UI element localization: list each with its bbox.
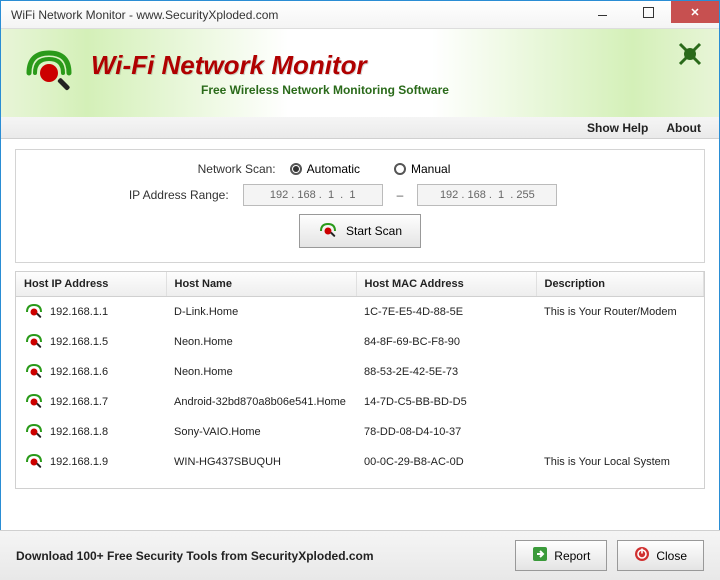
wifi-host-icon (24, 332, 44, 352)
maximize-button[interactable] (625, 1, 671, 23)
table-row[interactable]: 192.168.1.9WIN-HG437SBUQUH00-0C-29-B8-AC… (16, 447, 704, 477)
ip-to-input[interactable] (417, 184, 557, 206)
col-mac[interactable]: Host MAC Address (356, 272, 536, 297)
menu-bar: Show Help About (1, 117, 719, 139)
wifi-host-icon (24, 422, 44, 442)
close-label: Close (656, 549, 687, 563)
table-row[interactable]: 192.168.1.8Sony-VAIO.Home78-DD-08-D4-10-… (16, 417, 704, 447)
window-title: WiFi Network Monitor - www.SecurityXplod… (11, 8, 579, 22)
scan-panel: Network Scan: Automatic Manual IP Addres… (15, 149, 705, 263)
wifi-host-icon (24, 452, 44, 472)
table-row[interactable]: 192.168.1.1D-Link.Home1C-7E-E5-4D-88-5ET… (16, 297, 704, 328)
wifi-host-icon (24, 392, 44, 412)
close-window-button[interactable] (671, 1, 719, 23)
manual-radio[interactable]: Manual (394, 162, 450, 176)
wifi-logo-icon (19, 43, 79, 103)
col-name[interactable]: Host Name (166, 272, 356, 297)
footer-text: Download 100+ Free Security Tools from S… (16, 549, 505, 563)
titlebar: WiFi Network Monitor - www.SecurityXplod… (1, 1, 719, 29)
wifi-scan-icon (318, 221, 338, 241)
network-scan-label: Network Scan: (156, 162, 276, 176)
col-desc[interactable]: Description (536, 272, 704, 297)
report-icon (532, 546, 548, 565)
start-scan-label: Start Scan (346, 224, 402, 238)
footer: Download 100+ Free Security Tools from S… (0, 530, 720, 580)
app-title: Wi-Fi Network Monitor (91, 50, 449, 81)
manual-radio-label: Manual (411, 162, 450, 176)
automatic-radio[interactable]: Automatic (290, 162, 360, 176)
app-subtitle: Free Wireless Network Monitoring Softwar… (201, 83, 449, 97)
about-link[interactable]: About (666, 121, 701, 135)
close-button[interactable]: Close (617, 540, 704, 571)
show-help-link[interactable]: Show Help (587, 121, 648, 135)
report-label: Report (554, 549, 590, 563)
wifi-host-icon (24, 362, 44, 382)
table-row[interactable]: 192.168.1.6Neon.Home88-53-2E-42-5E-73 (16, 357, 704, 387)
ip-range-label: IP Address Range: (109, 188, 229, 202)
wifi-host-icon (24, 302, 44, 322)
col-ip[interactable]: Host IP Address (16, 272, 166, 297)
ip-from-input[interactable] (243, 184, 383, 206)
banner: Wi-Fi Network Monitor Free Wireless Netw… (1, 29, 719, 117)
minimize-button[interactable] (579, 1, 625, 23)
range-dash: – (397, 188, 404, 202)
table-row[interactable]: 192.168.1.5Neon.Home84-8F-69-BC-F8-90 (16, 327, 704, 357)
pirate-icon (675, 39, 705, 74)
table-row[interactable]: 192.168.1.7Android-32bd870a8b06e541.Home… (16, 387, 704, 417)
automatic-radio-label: Automatic (307, 162, 360, 176)
report-button[interactable]: Report (515, 540, 607, 571)
start-scan-button[interactable]: Start Scan (299, 214, 421, 248)
power-icon (634, 546, 650, 565)
window-controls (579, 1, 719, 28)
results-table: Host IP Address Host Name Host MAC Addre… (15, 271, 705, 489)
